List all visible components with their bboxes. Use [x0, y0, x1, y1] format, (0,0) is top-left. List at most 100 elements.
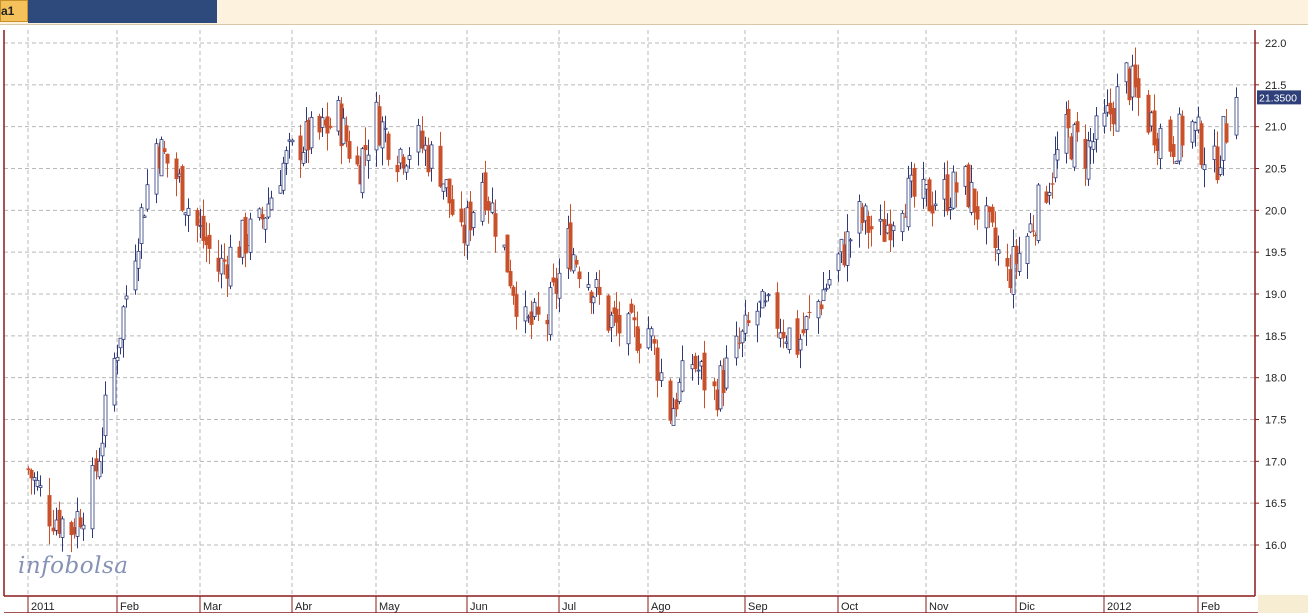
- candle-body-up: [183, 212, 188, 216]
- candle-body-down: [577, 271, 582, 280]
- candle-body-up: [933, 203, 938, 206]
- candle-body-up: [798, 338, 803, 351]
- candle-body-up: [821, 289, 826, 302]
- candle-body-up: [548, 287, 553, 336]
- candle-body-up: [404, 165, 409, 173]
- x-tick-label: Oct: [841, 601, 858, 613]
- y-tick-label: 16.0: [1265, 540, 1286, 552]
- candle-body-down: [712, 381, 717, 387]
- candle-body-up: [136, 250, 141, 269]
- candle-body-up: [734, 335, 739, 359]
- candle-body-up: [659, 372, 664, 381]
- candle-body-down: [1224, 123, 1229, 143]
- tab-active[interactable]: a1: [0, 0, 28, 22]
- candle-body-up: [121, 306, 126, 340]
- candle-body-up: [278, 185, 283, 194]
- candle-body-down: [655, 347, 660, 381]
- candle-body-up: [1202, 164, 1207, 171]
- x-tick-label: Dic: [1019, 601, 1035, 613]
- candle-body-down: [325, 116, 330, 134]
- candle-body-down: [505, 234, 510, 273]
- candle-body-up: [671, 408, 676, 426]
- candle-body-down: [514, 294, 519, 317]
- candle-body-down: [693, 355, 698, 369]
- candlestick-chart: 22.0 21.5 21.0 20.5 20.0 19.5 19.0 18.5 18.0 17.5…: [3, 30, 1301, 613]
- candle-body-up: [133, 260, 138, 291]
- candle-body-up: [1047, 192, 1052, 196]
- candle-body-up: [996, 249, 1001, 254]
- candle-body-up: [97, 461, 102, 478]
- candle-body-up: [81, 524, 86, 530]
- candle-body-down: [617, 314, 622, 334]
- candle-body-up: [1102, 112, 1107, 127]
- candle-body-up: [900, 212, 905, 233]
- candle-body-up: [740, 330, 745, 344]
- top-tab-bar: a1: [0, 0, 1308, 25]
- y-tick-label: 21.5: [1265, 80, 1286, 92]
- candle-body-up: [557, 272, 562, 299]
- candle-body-down: [508, 271, 513, 287]
- candle-body-up: [848, 239, 853, 242]
- candle-body-down: [29, 470, 34, 479]
- candle-body-down: [866, 216, 871, 233]
- candle-body-up: [677, 381, 682, 402]
- candle-body-down: [1031, 230, 1036, 232]
- candle-body-down: [243, 216, 248, 254]
- candle-body-down: [746, 320, 751, 324]
- candle-body-up: [284, 150, 289, 164]
- candle-body-up: [118, 337, 123, 349]
- candle-body-up: [38, 485, 43, 488]
- candle-body-down: [511, 286, 516, 296]
- candle-body-up: [836, 253, 841, 271]
- candle-body-down: [637, 343, 642, 349]
- candle-body-down: [1111, 108, 1116, 125]
- x-tick-label: 2011: [31, 601, 55, 613]
- candle-body-up: [441, 183, 446, 192]
- candle-body-down: [975, 206, 980, 220]
- candle-body-down: [1215, 146, 1220, 181]
- candle-body-down: [1075, 121, 1080, 133]
- watermark-logo: infobolsa: [18, 553, 129, 579]
- candle-body-down: [355, 155, 360, 165]
- candle-body-down: [1136, 78, 1141, 98]
- candle-body-down: [993, 227, 998, 249]
- candle-body-up: [743, 314, 748, 334]
- candle-body-down: [930, 205, 935, 214]
- candle-body-up: [32, 477, 37, 481]
- candle-body-down: [47, 495, 52, 527]
- candle-body-up: [891, 225, 896, 231]
- candle-body-down: [1171, 144, 1176, 157]
- candle-body-up: [490, 202, 495, 213]
- candle-body-up: [248, 218, 253, 253]
- candle-body-up: [594, 279, 599, 289]
- candle-body-up: [591, 296, 596, 304]
- x-tick-label: May: [379, 601, 400, 613]
- x-tick-label: Feb: [1201, 601, 1220, 613]
- candle-body-up: [380, 121, 385, 149]
- candle-body-down: [180, 166, 185, 211]
- y-tick-label: 17.0: [1265, 456, 1286, 468]
- x-tick-label: Feb: [120, 601, 139, 613]
- y-tick-label: 22.0: [1265, 38, 1286, 50]
- candle-body-up: [1036, 184, 1041, 241]
- candle-body-up: [60, 518, 65, 538]
- candle-body-down: [990, 206, 995, 223]
- tab-inactive[interactable]: [28, 0, 217, 23]
- candle-body-up: [142, 215, 147, 218]
- candle-body-up: [680, 360, 685, 392]
- candle-body-up: [804, 316, 809, 331]
- x-tick-label: Ago: [651, 601, 671, 613]
- candle-body-up: [112, 358, 117, 406]
- candle-body-down: [459, 208, 464, 223]
- candle-body-down: [493, 213, 498, 237]
- candle-body-down: [775, 292, 780, 329]
- x-tick-label: Nov: [929, 601, 949, 613]
- candle-body-down: [702, 352, 707, 391]
- candle-body-up: [266, 203, 271, 218]
- candle-body-up: [948, 207, 953, 210]
- candle-body-up: [763, 300, 768, 303]
- y-tick-label: 18.5: [1265, 331, 1286, 343]
- candle-body-up: [1234, 96, 1239, 136]
- candle-body-down: [328, 125, 333, 128]
- candle-body-up: [360, 148, 365, 194]
